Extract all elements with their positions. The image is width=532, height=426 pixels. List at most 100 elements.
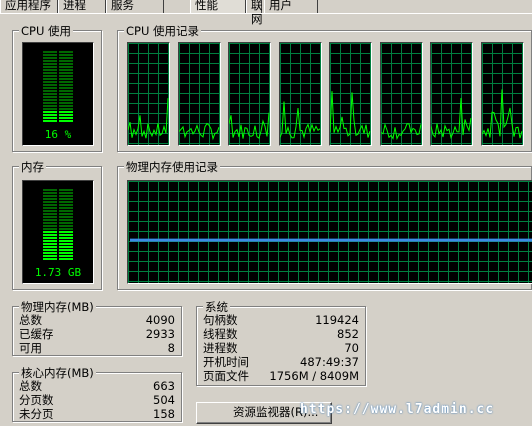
cpu-meter-segment bbox=[43, 66, 57, 68]
memory-meter-segment bbox=[59, 189, 73, 191]
memory-meter-segment bbox=[59, 258, 73, 260]
stat-row-handles: 句柄数 119424 bbox=[197, 314, 365, 327]
cpu-meter-segment bbox=[59, 51, 73, 53]
tab-strip: 应用程序 进程 服务 性能 联网 用户 bbox=[0, 0, 532, 26]
stat-label: 开机时间 bbox=[203, 355, 249, 369]
cpu-meter-segment bbox=[59, 66, 73, 68]
memory-meter-segment bbox=[43, 189, 57, 191]
memory-meter-segment bbox=[59, 201, 73, 203]
tab-label: 应用程序 bbox=[5, 0, 51, 12]
memory-meter-segment bbox=[43, 237, 57, 239]
cpu-meter-segment bbox=[59, 81, 73, 83]
cpu-meter-segment bbox=[59, 114, 73, 116]
stat-label: 已缓存 bbox=[19, 327, 54, 341]
cpu-meter: 16 % bbox=[22, 42, 94, 146]
tab-services[interactable]: 服务 bbox=[106, 0, 164, 13]
memory-meter-segment bbox=[59, 246, 73, 248]
cpu-meter-segment bbox=[43, 60, 57, 62]
cpu-core-plot bbox=[431, 43, 472, 145]
cpu-core-graph bbox=[379, 42, 423, 146]
stat-row-uptime: 开机时间 487:49:37 bbox=[197, 356, 365, 369]
memory-group: 内存 1.73 GB bbox=[12, 159, 102, 290]
cpu-meter-segment bbox=[43, 54, 57, 56]
memory-meter-segment bbox=[43, 222, 57, 224]
stat-row-threads: 线程数 852 bbox=[197, 328, 365, 341]
cpu-meter-segment bbox=[43, 78, 57, 80]
tab-processes[interactable]: 进程 bbox=[58, 0, 106, 13]
stat-label: 线程数 bbox=[203, 327, 238, 341]
cpu-core-graph bbox=[127, 42, 170, 146]
stat-value: 1756M / 8409M bbox=[269, 369, 359, 383]
kernel-memory-group: 核心内存(MB) 总数 663 分页数 504 未分页 158 bbox=[12, 365, 182, 422]
cpu-meter-segment bbox=[43, 120, 57, 122]
stat-row-cached: 已缓存 2933 bbox=[13, 328, 181, 341]
memory-meter-segment bbox=[59, 216, 73, 218]
cpu-meter-segment bbox=[43, 84, 57, 86]
cpu-meter-segment bbox=[43, 96, 57, 98]
tab-label: 进程 bbox=[63, 0, 86, 12]
memory-value-label: 1.73 GB bbox=[34, 266, 82, 279]
stat-row-kernel-paged: 分页数 504 bbox=[13, 394, 181, 407]
stat-label: 可用 bbox=[19, 341, 42, 355]
memory-meter-segment bbox=[59, 195, 73, 197]
cpu-meter-segment bbox=[59, 87, 73, 89]
cpu-core-graph bbox=[480, 42, 524, 146]
cpu-meter-segment bbox=[59, 120, 73, 122]
memory-meter-segment bbox=[43, 231, 57, 233]
stat-label: 分页数 bbox=[19, 393, 54, 407]
cpu-meter-segment bbox=[59, 69, 73, 71]
cpu-meter-segment bbox=[59, 99, 73, 101]
cpu-meter-segment bbox=[59, 111, 73, 113]
stat-value: 4090 bbox=[145, 313, 175, 327]
cpu-core-plot bbox=[128, 43, 169, 145]
tab-networking[interactable]: 联网 bbox=[246, 0, 263, 26]
memory-history-group: 物理内存使用记录 bbox=[117, 159, 532, 290]
memory-meter-segment bbox=[43, 249, 57, 251]
memory-meter-segment bbox=[59, 213, 73, 215]
cpu-meter-segment bbox=[43, 102, 57, 104]
memory-meter-segment bbox=[43, 213, 57, 215]
memory-meter-segment bbox=[43, 198, 57, 200]
memory-meter-segment bbox=[59, 231, 73, 233]
cpu-core-graph bbox=[430, 42, 473, 146]
cpu-meter-segment bbox=[43, 90, 57, 92]
stat-row-page-file: 页面文件 1756M / 8409M bbox=[197, 370, 365, 383]
cpu-meter-segment bbox=[43, 105, 57, 107]
tab-users[interactable]: 用户 bbox=[264, 0, 318, 13]
memory-title: 内存 bbox=[19, 159, 46, 175]
memory-meter-segment bbox=[59, 240, 73, 242]
stat-value: 663 bbox=[153, 379, 175, 393]
cpu-meter-segment bbox=[59, 117, 73, 119]
memory-meter-segment bbox=[59, 225, 73, 227]
memory-meter-segment bbox=[43, 255, 57, 257]
memory-meter: 1.73 GB bbox=[22, 180, 94, 284]
cpu-percent-label: 16 % bbox=[44, 128, 72, 141]
memory-meter-segment bbox=[59, 207, 73, 209]
memory-meter-segment bbox=[43, 210, 57, 212]
cpu-core-graph bbox=[278, 42, 322, 146]
memory-history-title: 物理内存使用记录 bbox=[124, 159, 220, 175]
stat-label: 未分页 bbox=[19, 407, 54, 421]
cpu-meter-segment bbox=[59, 102, 73, 104]
cpu-meter-segment bbox=[59, 108, 73, 110]
stat-label: 总数 bbox=[19, 313, 42, 327]
cpu-meter-segment bbox=[59, 78, 73, 80]
stat-label: 总数 bbox=[19, 379, 42, 393]
memory-history-graph bbox=[127, 180, 532, 284]
memory-meter-segment bbox=[43, 207, 57, 209]
tab-label: 性能 bbox=[195, 0, 218, 12]
stat-row-available: 可用 8 bbox=[13, 342, 181, 355]
tab-applications[interactable]: 应用程序 bbox=[0, 0, 58, 13]
memory-meter-segment bbox=[43, 246, 57, 248]
cpu-meter-segment bbox=[43, 75, 57, 77]
cpu-meter-segment bbox=[59, 60, 73, 62]
watermark-text: https://www.l7admin.cc bbox=[300, 402, 495, 417]
stat-label: 句柄数 bbox=[203, 313, 238, 327]
system-group: 系统 句柄数 119424 线程数 852 进程数 70 开机时间 487:49:37 … bbox=[196, 299, 366, 386]
cpu-usage-group: CPU 使用 16 % bbox=[12, 23, 102, 152]
memory-meter-segment bbox=[43, 225, 57, 227]
tab-performance[interactable]: 性能 bbox=[190, 0, 246, 13]
memory-meter-segment bbox=[43, 240, 57, 242]
stat-value: 70 bbox=[344, 341, 359, 355]
stat-value: 852 bbox=[337, 327, 359, 341]
